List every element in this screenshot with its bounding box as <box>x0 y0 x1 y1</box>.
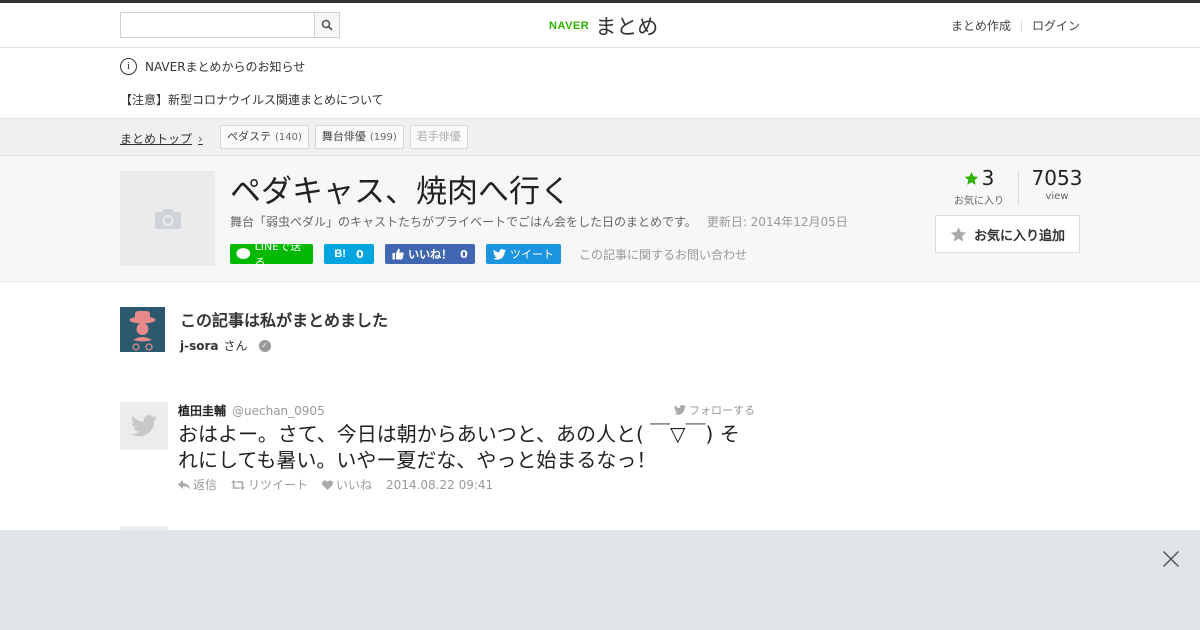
tag-count: (140) <box>275 132 302 143</box>
thumbs-up-icon <box>392 248 404 260</box>
line-share-button[interactable]: LINEで送る <box>230 240 313 269</box>
header-links: まとめ作成 ログイン <box>951 17 1080 34</box>
tag-pedasute[interactable]: ペダステ (140) <box>220 125 309 149</box>
favorite-count: 3 <box>981 166 995 190</box>
reply-button[interactable]: 返信 <box>178 476 217 493</box>
tweet-actions: 返信 リツイート いいね 2014.08.22 09:41 <box>178 476 493 493</box>
star-icon <box>950 226 967 242</box>
article-thumbnail <box>120 171 215 266</box>
author-name-row: j-sora さん ✓ <box>180 337 271 354</box>
favorite-label: お気に入り <box>954 196 1004 207</box>
tag-count: (199) <box>369 132 397 143</box>
tweet-date[interactable]: 2014.08.22 09:41 <box>386 478 493 492</box>
retweet-icon <box>231 479 246 490</box>
tweet-button-label: ツイート <box>510 248 554 261</box>
tag-label: ペダステ <box>227 130 271 143</box>
author-heading: この記事は私がまとめました <box>180 311 389 330</box>
retweet-label: リツイート <box>248 478 309 492</box>
line-share-label: LINEで送る <box>254 240 302 269</box>
tag-label: 若手俳優 <box>416 130 461 143</box>
article-title: ペダキャス、焼肉へ行く <box>230 174 571 210</box>
breadcrumb-top-link[interactable]: まとめトップ <box>120 130 192 147</box>
verified-icon: ✓ <box>258 339 271 352</box>
retweet-button[interactable]: リツイート <box>231 476 308 493</box>
view-stat: 7053 view <box>1019 166 1095 202</box>
description-text: 舞台「弱虫ペダル」のキャストたちがプライベートでごはん会をした日のまとめです。 <box>230 215 697 229</box>
like-label: いいね <box>336 478 373 492</box>
article-stats: 3 お気に入り 7053 view <box>940 166 1095 207</box>
search-icon <box>321 19 333 31</box>
add-favorite-button[interactable]: お気に入り追加 <box>935 215 1080 253</box>
breadcrumb: まとめトップ › <box>120 130 203 147</box>
login-link[interactable]: ログイン <box>1032 17 1080 34</box>
logo-matome-text: まとめ <box>595 15 659 39</box>
search-button[interactable] <box>314 13 339 37</box>
search-box <box>120 12 340 38</box>
tweet-button[interactable]: ツイート <box>486 244 561 264</box>
camera-icon <box>154 208 181 229</box>
tag-label: 舞台俳優 <box>321 130 366 143</box>
tweet-author: 植田圭輔 @uechan_0905 <box>178 402 325 419</box>
author-name[interactable]: j-sora <box>180 339 219 353</box>
hatena-icon: B! <box>334 248 346 260</box>
favorite-count-row: 3 <box>940 166 1018 190</box>
line-icon <box>236 248 251 260</box>
author-suffix: さん <box>223 339 248 353</box>
twitter-bird-icon <box>674 405 686 415</box>
add-favorite-label: お気に入り追加 <box>973 228 1065 244</box>
like-button[interactable]: いいね <box>322 476 372 493</box>
close-icon[interactable] <box>1162 550 1180 568</box>
follow-button[interactable]: フォローする <box>674 402 755 418</box>
tag-list: ペダステ (140) 舞台俳優 (199) 若手俳優 <box>220 125 468 149</box>
tag-young-actor[interactable]: 若手俳優 <box>409 125 468 149</box>
info-icon: i <box>120 58 137 75</box>
notice-link[interactable]: 【注意】新型コロナウイルス関連まとめについて <box>120 91 384 108</box>
article-header: ペダキャス、焼肉へ行く 舞台「弱虫ペダル」のキャストたちがプライベートでごはん会… <box>0 156 1200 282</box>
tweet-text: おはよー。さて、今日は朝からあいつと、あの人と( ￣▽￣) それにしても暑い。い… <box>178 422 740 472</box>
notice-header: i NAVERまとめからのお知らせ <box>120 58 305 75</box>
header-separator <box>1020 19 1022 32</box>
tweet-avatar[interactable] <box>120 402 168 450</box>
tweet-author-name[interactable]: 植田圭輔 <box>178 404 226 418</box>
ad-overlay-banner <box>0 530 1200 630</box>
tag-stage-actor[interactable]: 舞台俳優 (199) <box>314 125 404 149</box>
hatena-bookmark-button[interactable]: B! 0 <box>324 244 374 264</box>
chevron-right-icon: › <box>198 131 203 146</box>
heart-icon <box>322 479 333 490</box>
reply-label: 返信 <box>193 478 218 492</box>
updated-date: 更新日: 2014年12月05日 <box>706 215 848 229</box>
favorite-stat: 3 お気に入り <box>940 166 1018 207</box>
reply-icon <box>178 479 190 489</box>
facebook-like-count: 0 <box>460 247 468 261</box>
view-label: view <box>1045 191 1069 202</box>
twitter-bird-icon <box>493 248 506 260</box>
view-count: 7053 <box>1031 166 1083 190</box>
site-logo[interactable]: NAVER まとめ <box>549 11 658 41</box>
article-description: 舞台「弱虫ペダル」のキャストたちがプライベートでごはん会をした日のまとめです。更… <box>230 213 848 230</box>
tweet-author-handle[interactable]: @uechan_0905 <box>232 404 325 418</box>
twitter-bird-icon <box>131 415 157 437</box>
facebook-like-button[interactable]: いいね！ 0 <box>385 244 475 264</box>
logo-naver-text: NAVER <box>549 20 590 32</box>
hatena-count: 0 <box>355 247 364 261</box>
avatar[interactable] <box>120 307 165 352</box>
follow-label: フォローする <box>689 404 755 417</box>
site-header: NAVER まとめ まとめ作成 ログイン <box>0 3 1200 48</box>
breadcrumb-bar: まとめトップ › ペダステ (140) 舞台俳優 (199) 若手俳優 <box>0 118 1200 156</box>
author-avatar-image <box>120 307 165 352</box>
contact-link[interactable]: この記事に関するお問い合わせ <box>579 246 747 263</box>
facebook-like-label: いいね！ <box>408 248 453 261</box>
create-matome-link[interactable]: まとめ作成 <box>951 17 1011 34</box>
search-input[interactable] <box>121 13 315 37</box>
star-icon <box>964 171 978 185</box>
share-buttons: LINEで送る B! 0 いいね！ 0 ツイート この記事に関するお問い合わせ <box>230 240 747 269</box>
notice-title: NAVERまとめからのお知らせ <box>145 60 306 74</box>
